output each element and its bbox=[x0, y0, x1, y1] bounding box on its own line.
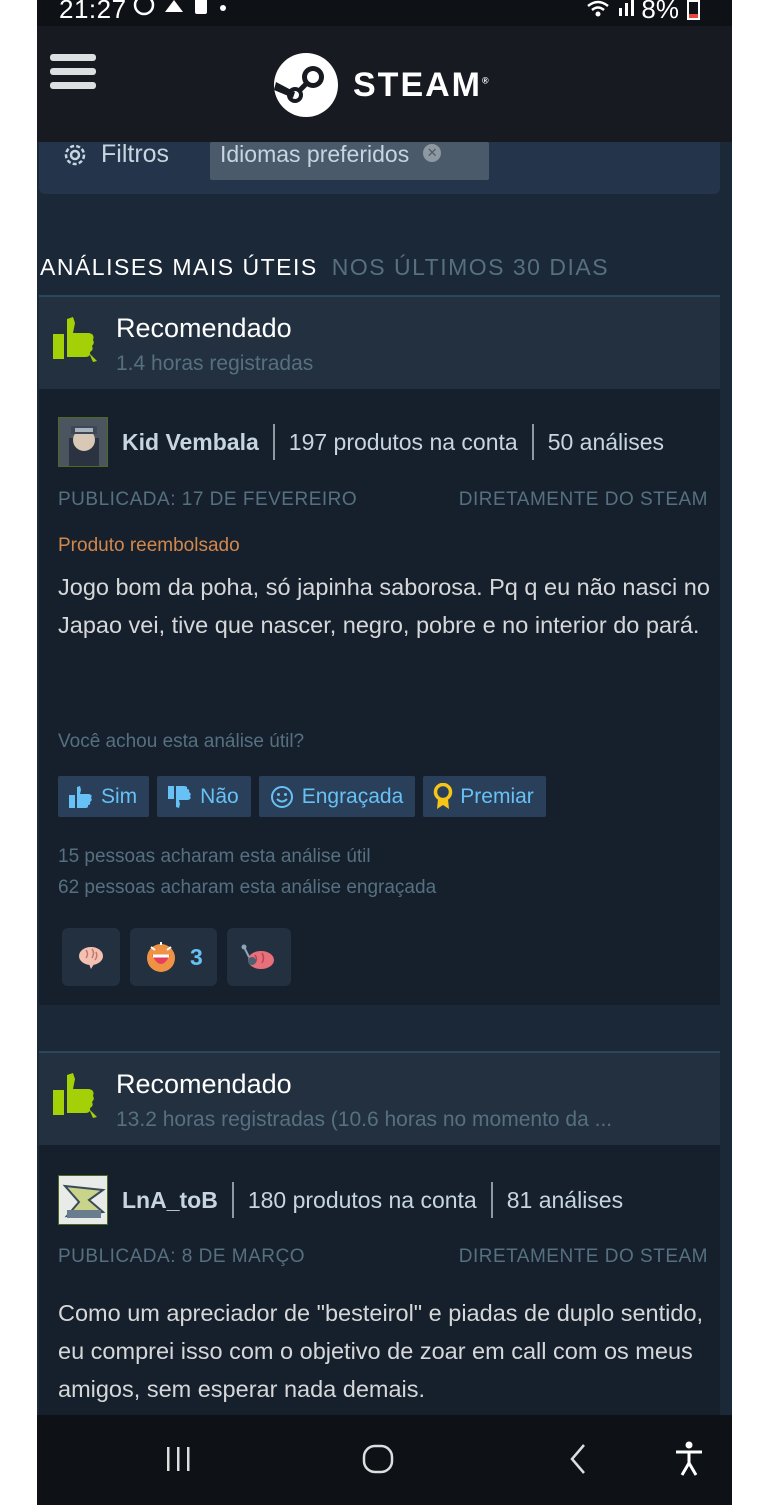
vote-no-label: Não bbox=[200, 784, 239, 808]
section-title-main: ANÁLISES MAIS ÚTEIS bbox=[40, 254, 318, 280]
status-time: 21:27 bbox=[59, 0, 127, 24]
vote-funny-label: Engraçada bbox=[301, 784, 404, 808]
dot-icon bbox=[217, 0, 229, 22]
alert-icon bbox=[193, 0, 209, 22]
award-brain[interactable] bbox=[62, 928, 120, 986]
laughing-face-icon bbox=[147, 942, 175, 972]
review-text: Como um apreciador de "besteirol" e piad… bbox=[58, 1300, 704, 1402]
system-navigation-bar bbox=[37, 1415, 732, 1505]
battery-icon bbox=[687, 0, 700, 20]
award-brain-antenna[interactable] bbox=[226, 928, 291, 986]
smiley-icon bbox=[270, 785, 293, 808]
vote-yes-button[interactable]: Sim bbox=[58, 776, 150, 817]
posted-date: PUBLICADA: 8 DE MARÇO bbox=[58, 1246, 305, 1267]
recent-apps-button[interactable] bbox=[164, 1439, 194, 1484]
author-products[interactable]: 197 produtos na conta bbox=[289, 429, 518, 456]
filters-label: Filtros bbox=[101, 140, 170, 168]
wifi-icon bbox=[585, 0, 611, 25]
author-products[interactable]: 180 produtos na conta bbox=[248, 1187, 477, 1214]
thumbs-up-icon bbox=[53, 317, 97, 362]
hours-played: 1.4 horas registradas bbox=[116, 352, 314, 375]
review-card: Recomendado 13.2 horas registradas (10.6… bbox=[39, 1051, 720, 1415]
divider bbox=[272, 424, 275, 460]
vote-buttons: Sim Não Engraçada Premiar bbox=[58, 776, 546, 817]
brain-antenna-icon bbox=[241, 944, 274, 969]
review-source: DIRETAMENTE DO STEAM bbox=[458, 489, 708, 510]
helpful-count: 15 pessoas acharam esta análise útil bbox=[58, 846, 371, 867]
award-count: 3 bbox=[190, 943, 203, 970]
steam-logo[interactable]: STEAM® bbox=[273, 52, 491, 118]
gear-icon bbox=[64, 144, 86, 165]
posted-date: PUBLICADA: 17 DE FEVEREIRO bbox=[58, 489, 358, 510]
divider bbox=[231, 1182, 234, 1218]
hours-played: 13.2 horas registradas (10.6 horas no mo… bbox=[116, 1108, 613, 1131]
accessibility-icon bbox=[676, 1441, 702, 1476]
app-header: STEAM® bbox=[37, 26, 732, 142]
review-source: DIRETAMENTE DO STEAM bbox=[458, 1246, 708, 1267]
avatar[interactable] bbox=[58, 1175, 108, 1225]
funny-count: 62 pessoas acharam esta análise engraçad… bbox=[58, 877, 437, 898]
divider bbox=[490, 1182, 493, 1218]
battery-percentage: 8% bbox=[641, 0, 679, 24]
home-icon bbox=[362, 1444, 394, 1474]
refund-notice: Produto reembolsado bbox=[58, 535, 240, 556]
back-icon bbox=[570, 1444, 585, 1474]
recent-apps-icon bbox=[167, 1447, 190, 1471]
vote-funny-button[interactable]: Engraçada bbox=[258, 776, 416, 817]
brain-icon bbox=[79, 947, 103, 969]
home-button[interactable] bbox=[361, 1439, 395, 1484]
author-name[interactable]: Kid Vembala bbox=[122, 429, 259, 456]
award-laughing[interactable]: 3 bbox=[130, 928, 217, 986]
whatsapp-icon bbox=[133, 0, 155, 22]
recommendation-label: Recomendado bbox=[116, 313, 292, 343]
vote-no-button[interactable]: Não bbox=[157, 776, 251, 817]
review-card: Recomendado 1.4 horas registradas Kid Ve… bbox=[39, 295, 720, 1005]
thumbs-up-icon bbox=[53, 1073, 97, 1118]
author-row: Kid Vembala 197 produtos na conta 50 aná… bbox=[58, 417, 664, 467]
divider bbox=[531, 424, 534, 460]
section-title: ANÁLISES MAIS ÚTEIS NOS ÚLTIMOS 30 DIAS bbox=[40, 254, 609, 281]
hamburger-menu-icon[interactable] bbox=[50, 54, 96, 90]
recommendation-label: Recomendado bbox=[116, 1069, 292, 1099]
language-filter-chip[interactable]: Idiomas preferidos ✕ bbox=[210, 142, 489, 180]
helpful-question: Você achou esta análise útil? bbox=[58, 731, 305, 752]
review-header[interactable]: Recomendado 1.4 horas registradas bbox=[39, 295, 720, 389]
award-icon bbox=[434, 782, 453, 809]
award-button[interactable]: Premiar bbox=[423, 776, 546, 817]
award-label: Premiar bbox=[460, 784, 534, 808]
vote-yes-label: Sim bbox=[101, 784, 138, 808]
review-text: Jogo bom da poha, só japinha saborosa. P… bbox=[58, 574, 710, 638]
section-title-period: NOS ÚLTIMOS 30 DIAS bbox=[331, 254, 610, 280]
app-frame: 21:27 8% STEAM® Filtros Idiomas preferid… bbox=[37, 0, 732, 1505]
accessibility-button[interactable] bbox=[673, 1439, 705, 1484]
steam-logo-icon bbox=[274, 53, 338, 117]
avatar[interactable] bbox=[58, 417, 108, 467]
steam-wordmark: STEAM® bbox=[353, 65, 491, 104]
status-bar: 21:27 8% bbox=[37, 0, 732, 26]
author-name[interactable]: LnA_toB bbox=[122, 1187, 218, 1214]
chip-close-icon[interactable]: ✕ bbox=[423, 144, 442, 162]
notification-icon bbox=[163, 0, 185, 22]
awards-row: 3 bbox=[62, 928, 291, 986]
author-reviews[interactable]: 81 análises bbox=[507, 1187, 623, 1214]
filter-panel: Filtros Idiomas preferidos ✕ bbox=[39, 140, 720, 194]
back-button[interactable] bbox=[564, 1439, 594, 1484]
filters-button[interactable]: Filtros bbox=[61, 140, 169, 169]
thumbs-down-icon bbox=[168, 785, 191, 808]
author-reviews[interactable]: 50 análises bbox=[548, 429, 664, 456]
review-header[interactable]: Recomendado 13.2 horas registradas (10.6… bbox=[39, 1051, 720, 1145]
author-row: LnA_toB 180 produtos na conta 81 análise… bbox=[58, 1175, 623, 1225]
signal-icon bbox=[617, 0, 635, 25]
language-chip-label: Idiomas preferidos bbox=[220, 141, 410, 167]
thumbs-up-icon bbox=[69, 785, 92, 808]
